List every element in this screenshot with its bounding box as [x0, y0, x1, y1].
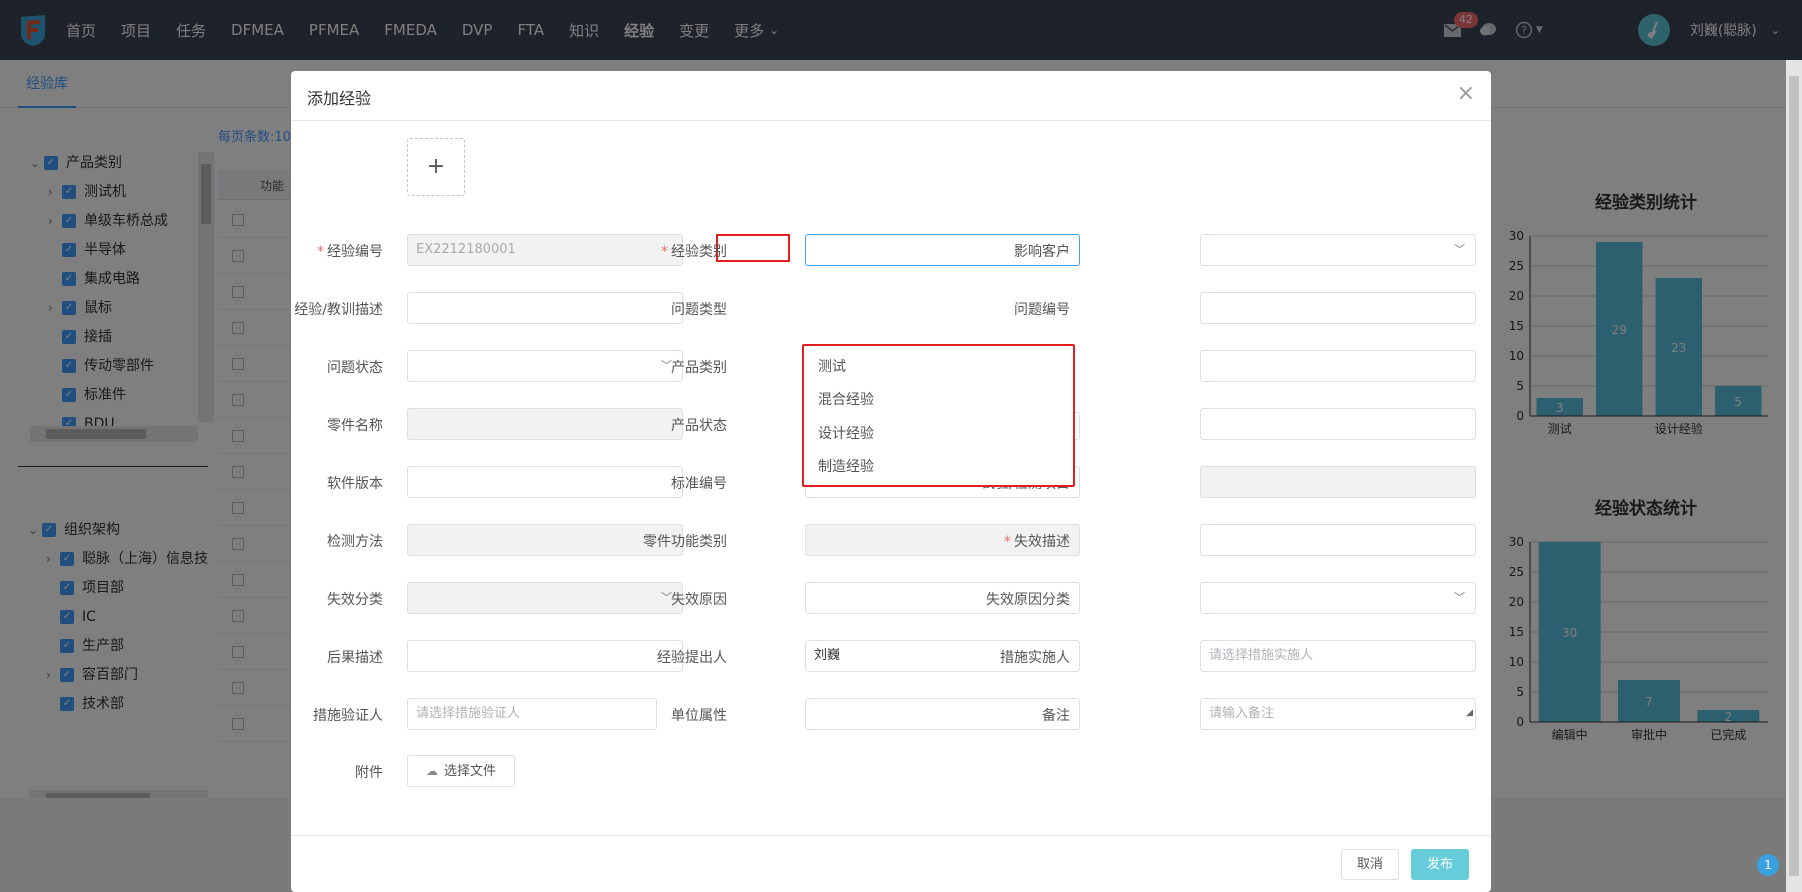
add-experience-dialog: 添加经验 × + * 经验编号 EX2212180001 * 经验类别 ︿ 影响客户 ﹀ 经验/…: [291, 71, 1491, 892]
dropdown-option-test[interactable]: 测试: [818, 356, 846, 376]
placeholder: 请选择措施验证人: [416, 706, 521, 721]
label-text: 备注: [1042, 708, 1070, 724]
label-test-method: 检测方法: [183, 531, 383, 551]
label-text: 问题类型: [671, 302, 727, 318]
label-part-name: 零件名称: [183, 415, 383, 435]
label-text: 软件版本: [327, 476, 383, 492]
label-issue-no: 问题编号: [870, 299, 1070, 319]
label-remark: 备注: [870, 705, 1070, 725]
label-proposer: 经验提出人: [527, 647, 727, 667]
dropdown-option-manufacturing[interactable]: 制造经验: [818, 456, 874, 476]
choose-file-button[interactable]: ☁ 选择文件: [407, 755, 515, 787]
test-item-input: [1200, 466, 1476, 498]
label-text: 标准编号: [671, 476, 727, 492]
label-unit-attr: 单位属性: [527, 705, 727, 725]
placeholder: 请输入备注: [1209, 706, 1275, 721]
label-issue-type: 问题类型: [527, 299, 727, 319]
image-upload-button[interactable]: +: [407, 138, 465, 196]
exp-type-dropdown: 测试 混合经验 设计经验 制造经验: [802, 344, 1075, 487]
label-text: 单位属性: [671, 708, 727, 724]
label-text: 后果描述: [327, 650, 383, 666]
label-text: 措施实施人: [1000, 650, 1070, 666]
floating-notification-badge[interactable]: 1: [1757, 854, 1779, 876]
label-failure-desc: * 失效描述: [870, 531, 1070, 551]
chevron-down-icon[interactable]: ﹀: [1454, 235, 1465, 265]
hw-version-input[interactable]: [1200, 408, 1476, 440]
field-value: 刘巍: [814, 648, 841, 663]
dropdown-option-design[interactable]: 设计经验: [818, 423, 874, 443]
label-customer: 影响客户: [870, 241, 1070, 261]
label-text: 影响客户: [1014, 244, 1070, 260]
label-text: 零件名称: [327, 418, 383, 434]
implementer-input[interactable]: 请选择措施实施人: [1200, 640, 1476, 672]
cancel-button[interactable]: 取消: [1341, 849, 1399, 880]
label-exp-no: * 经验编号: [183, 241, 383, 261]
label-failure-cause-class: 失效原因分类: [870, 589, 1070, 609]
label-standard-no: 标准编号: [527, 473, 727, 493]
highlight-exp-type-label: [716, 234, 790, 262]
label-text: 问题编号: [1014, 302, 1070, 318]
label-product-status: 产品状态: [527, 415, 727, 435]
required-mark: *: [1004, 534, 1011, 550]
remark-input[interactable]: 请输入备注 ◢: [1200, 698, 1476, 730]
dialog-footer: 取消 发布: [291, 835, 1491, 892]
chevron-down-icon[interactable]: ﹀: [1454, 583, 1465, 613]
label-text: 经验提出人: [657, 650, 727, 666]
label-failure-cause: 失效原因: [527, 589, 727, 609]
label-issue-status: 问题状态: [183, 357, 383, 377]
resize-handle-icon[interactable]: ◢: [1466, 699, 1473, 728]
required-mark: *: [317, 244, 324, 260]
required-mark: *: [661, 244, 668, 260]
failure-cause-class-select[interactable]: ﹀: [1200, 582, 1476, 614]
label-text: 问题状态: [327, 360, 383, 376]
dialog-title: 添加经验: [307, 89, 372, 108]
label-text: 检测方法: [327, 534, 383, 550]
customer-select[interactable]: ﹀: [1200, 234, 1476, 266]
cloud-upload-icon: ☁: [425, 764, 438, 778]
label-text: 失效原因: [671, 592, 727, 608]
label-sw-version: 软件版本: [183, 473, 383, 493]
label-text: 措施验证人: [313, 708, 383, 724]
label-lesson-desc: 经验/教训描述: [183, 299, 383, 319]
label-implementer: 措施实施人: [870, 647, 1070, 667]
label-text: 经验类别: [671, 244, 727, 260]
publish-button[interactable]: 发布: [1411, 849, 1469, 880]
close-icon[interactable]: ×: [1457, 81, 1475, 106]
label-text: 失效分类: [327, 592, 383, 608]
dialog-header: 添加经验 ×: [291, 71, 1491, 121]
label-attachment: 附件: [355, 765, 383, 781]
placeholder: 请选择措施实施人: [1209, 648, 1314, 663]
label-exp-type: * 经验类别: [527, 241, 727, 261]
label-text: 经验编号: [327, 244, 383, 260]
failure-desc-input[interactable]: [1200, 524, 1476, 556]
issue-no-input[interactable]: [1200, 292, 1476, 324]
label-text: 零件功能类别: [643, 534, 727, 550]
label-text: 产品类别: [671, 360, 727, 376]
dropdown-option-mixed[interactable]: 混合经验: [818, 389, 874, 409]
page-vertical-scrollbar[interactable]: [1786, 60, 1802, 892]
label-failure-class: 失效分类: [183, 589, 383, 609]
part-no-input[interactable]: [1200, 350, 1476, 382]
label-text: 经验/教训描述: [294, 302, 383, 318]
label-verifier: 措施验证人: [183, 705, 383, 725]
label-text: 产品状态: [671, 418, 727, 434]
label-consequence: 后果描述: [183, 647, 383, 667]
label-text: 失效原因分类: [986, 592, 1070, 608]
label-product-type: 产品类别: [527, 357, 727, 377]
choose-file-label: 选择文件: [443, 764, 496, 779]
field-value: EX2212180001: [416, 242, 516, 257]
label-part-func-type: 零件功能类别: [527, 531, 727, 551]
label-text: 失效描述: [1014, 534, 1070, 550]
